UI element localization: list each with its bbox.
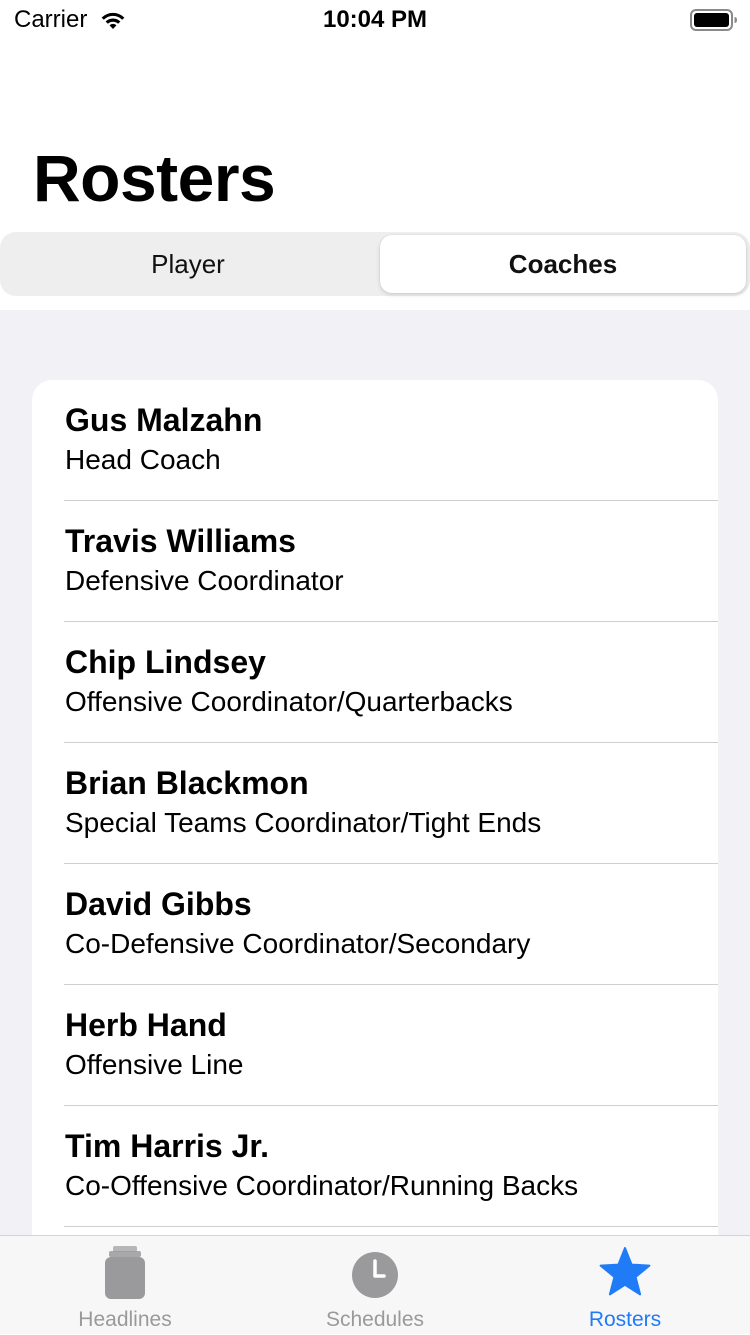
stack-icon	[105, 1246, 145, 1299]
coach-name: Tim Harris Jr.	[65, 1128, 269, 1164]
coach-role: Head Coach	[65, 444, 221, 475]
segment-player[interactable]: Player	[3, 235, 373, 293]
clock-icon	[352, 1252, 398, 1298]
star-icon	[599, 1247, 651, 1296]
tab-rosters[interactable]: Rosters	[500, 1236, 750, 1335]
list-item[interactable]: Gus Malzahn Head Coach	[32, 380, 718, 501]
list-item[interactable]: Brian Blackmon Special Teams Coordinator…	[32, 743, 718, 864]
coach-role: Special Teams Coordinator/Tight Ends	[65, 807, 542, 838]
tab-bar: Headlines Schedules Rosters	[0, 1235, 750, 1334]
coach-name: Brian Blackmon	[65, 765, 309, 801]
coach-role: Offensive Coordinator/Quarterbacks	[65, 686, 513, 717]
tab-headlines[interactable]: Headlines	[0, 1236, 250, 1335]
coach-list-area[interactable]: Gus Malzahn Head Coach Travis Williams D…	[0, 310, 750, 1235]
coach-list: Gus Malzahn Head Coach Travis Williams D…	[32, 380, 718, 1235]
list-item[interactable]: Travis Williams Defensive Coordinator	[32, 501, 718, 622]
list-item[interactable]: David Gibbs Co-Defensive Coordinator/Sec…	[32, 864, 718, 985]
list-item[interactable]	[32, 1227, 718, 1235]
list-item[interactable]: Tim Harris Jr. Co-Offensive Coordinator/…	[32, 1106, 718, 1227]
coach-role: Co-Defensive Coordinator/Secondary	[65, 928, 531, 959]
coach-name: Chip Lindsey	[65, 644, 266, 680]
coach-role: Offensive Line	[65, 1049, 244, 1080]
tab-label: Rosters	[588, 1308, 662, 1331]
battery-icon	[690, 9, 737, 31]
coach-role: Co-Offensive Coordinator/Running Backs	[65, 1170, 579, 1201]
coach-name: Gus Malzahn	[65, 402, 263, 438]
roster-segmented-control: Player Coaches	[0, 232, 750, 296]
status-bar: Carrier 10:04 PM	[0, 0, 750, 40]
tab-schedules[interactable]: Schedules	[250, 1236, 500, 1335]
segment-coaches[interactable]: Coaches	[380, 235, 746, 293]
tab-label: Headlines	[78, 1308, 172, 1331]
tab-label: Schedules	[325, 1308, 425, 1331]
status-time: 10:04 PM	[322, 6, 428, 33]
page-title: Rosters	[33, 141, 276, 215]
coach-role: Defensive Coordinator	[65, 565, 344, 596]
list-item[interactable]: Chip Lindsey Offensive Coordinator/Quart…	[32, 622, 718, 743]
coach-name: Herb Hand	[65, 1007, 227, 1043]
coach-name: David Gibbs	[65, 886, 252, 922]
coach-name: Travis Williams	[65, 523, 296, 559]
list-item[interactable]: Herb Hand Offensive Line	[32, 985, 718, 1106]
